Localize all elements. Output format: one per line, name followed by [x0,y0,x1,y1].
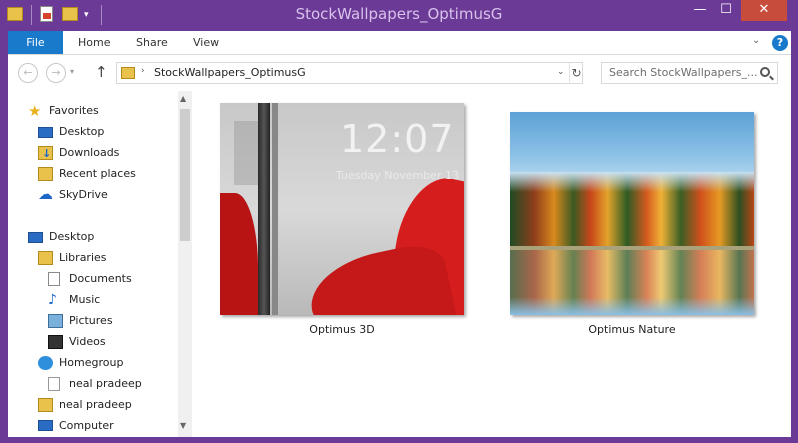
sidebar-item-label: Homegroup [59,356,124,369]
sidebar-item-label: Desktop [49,230,95,243]
pictures-icon [48,314,63,328]
navigation-bar: ← → ▾ ↑ › StockWallpapers_OptimusG ⌄ ↻ S… [8,55,791,91]
minimize-button[interactable]: — [687,0,713,21]
ribbon: File Home Share View ⌄ ? [8,31,791,55]
documents-icon [48,272,60,286]
scroll-down-icon[interactable]: ▼ [180,421,186,430]
wallpaper-water [510,297,754,315]
search-icon[interactable] [760,67,770,77]
back-button[interactable]: ← [18,63,38,83]
wallpaper-shape [234,121,260,185]
videos-icon [48,335,63,349]
file-name[interactable]: Optimus 3D [220,323,464,336]
desktop-icon [38,127,53,138]
explorer-window: ▾ StockWallpapers_OptimusG — ☐ ✕ File Ho… [0,0,798,443]
wallpaper-shape [258,103,270,315]
search-placeholder: Search StockWallpapers_... [609,66,758,79]
sidebar-item-label: Computer [59,419,114,432]
forward-button[interactable]: → [46,63,66,83]
navigation-scrollbar[interactable]: ▲ ▼ [178,91,192,437]
help-icon[interactable]: ? [772,35,788,51]
tab-view[interactable]: View [193,31,219,54]
tab-home[interactable]: Home [78,31,110,54]
close-button[interactable]: ✕ [741,0,787,21]
address-bar[interactable]: › StockWallpapers_OptimusG ⌄ ↻ [116,62,583,84]
homegroup-icon [38,356,53,370]
window-title: StockWallpapers_OptimusG [295,5,503,23]
file-name[interactable]: Optimus Nature [510,323,754,336]
sidebar-item-label: Libraries [59,251,107,264]
recent-locations-icon[interactable]: ▾ [70,67,74,76]
file-list: 12:07 Tuesday November 13 Optimus 3D Opt… [192,91,791,437]
scroll-thumb[interactable] [180,109,190,241]
cloud-icon: ☁ [38,185,53,203]
computer-icon [38,420,53,431]
sidebar-item-label: Videos [69,335,106,348]
tab-share[interactable]: Share [136,31,168,54]
sidebar-item-label: Favorites [49,104,99,117]
sidebar-item-label: SkyDrive [59,188,108,201]
scroll-up-icon[interactable]: ▲ [180,94,186,103]
recent-places-icon [38,167,53,181]
downloads-icon [38,144,53,164]
file-thumbnail-optimus-3d[interactable]: 12:07 Tuesday November 13 [220,103,464,315]
desktop-icon [28,232,43,243]
sidebar-item-label: Desktop [59,125,105,138]
user-folder-icon [38,398,53,412]
file-thumbnail-optimus-nature[interactable] [510,112,754,315]
folder-icon [121,67,135,79]
up-button[interactable]: ↑ [95,63,108,81]
wallpaper-shape [272,103,278,315]
sidebar-item-label: Recent places [59,167,136,180]
wallpaper-date: Tuesday November 13 [336,169,459,182]
search-input[interactable]: Search StockWallpapers_... [601,62,778,84]
address-path[interactable]: StockWallpapers_OptimusG [154,66,306,79]
maximize-button[interactable]: ☐ [713,0,739,21]
title-bar: ▾ StockWallpapers_OptimusG — ☐ ✕ [0,0,798,31]
sidebar-item-label: neal pradeep [69,377,142,390]
libraries-icon [38,251,53,265]
wallpaper-petal [303,239,457,315]
sidebar-item-label: neal pradeep [59,398,132,411]
sidebar-item-label: Pictures [69,314,113,327]
wallpaper-clock: 12:07 [340,117,455,161]
sidebar-item-label: Music [69,293,101,306]
wallpaper-petal [220,193,258,315]
navigation-pane: ★ Favorites Desktop Downloads Recent pla… [8,91,192,437]
sidebar-item-label: Downloads [59,146,120,159]
chevron-down-icon[interactable]: ⌄ [557,67,565,77]
user-icon [48,377,60,391]
star-icon: ★ [28,102,42,120]
music-icon: ♪ [48,292,57,308]
refresh-icon[interactable]: ↻ [569,63,583,83]
expand-ribbon-icon[interactable]: ⌄ [752,35,760,46]
wallpaper-trees [510,172,754,248]
sidebar-item-label: Documents [69,272,132,285]
tab-file[interactable]: File [8,31,63,54]
chevron-right-icon[interactable]: › [141,66,145,76]
